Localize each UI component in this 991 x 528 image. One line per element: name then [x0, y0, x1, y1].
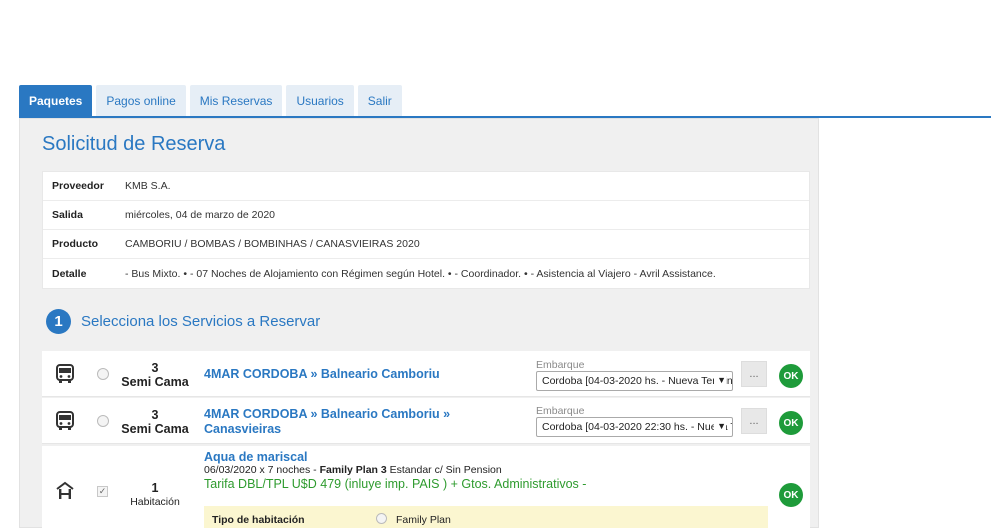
service-row-hotel: ✓ 1 Habitación Aqua de mariscal 06/03/20…	[42, 446, 810, 528]
service-name-line2: Canasvieiras	[204, 422, 282, 436]
embarque-label: Embarque	[536, 359, 585, 371]
room-type-label: Tipo de habitación	[212, 514, 305, 526]
info-key: Proveedor	[52, 180, 104, 192]
service-name-link[interactable]: 4MAR CORDOBA » Balneario Camboriu » Cana…	[204, 407, 450, 437]
info-row-detalle: Detalle - Bus Mixto. • - 07 Noches de Al…	[43, 259, 809, 288]
room-type-option: Family Plan	[396, 514, 451, 526]
info-key: Detalle	[52, 267, 87, 280]
service-select-radio[interactable]	[97, 368, 109, 380]
dropdown-arrow-icon: ▼	[714, 421, 726, 431]
info-row-salida: Salida miércoles, 04 de marzo de 2020	[43, 201, 809, 230]
embarque-selected-value: Cordoba [04-03-2020 hs. - Nueva Terminal…	[542, 375, 733, 387]
dropdown-arrow-icon: ▼	[714, 375, 726, 385]
service-name-line1: 4MAR CORDOBA » Balneario Camboriu »	[204, 407, 451, 421]
quantity-number: 3	[151, 361, 159, 375]
main-tabs: Paquetes Pagos online Mis Reservas Usuar…	[19, 85, 402, 116]
quantity-unit: Semi Cama	[121, 375, 189, 389]
hotel-detail: 06/03/2020 x 7 noches - Family Plan 3 Es…	[204, 464, 502, 476]
room-type-radio[interactable]	[376, 513, 387, 524]
embarque-select[interactable]: Cordoba [04-03-2020 22:30 hs. - Nueva Te…	[536, 417, 733, 437]
info-row-producto: Producto CAMBORIU / BOMBAS / BOMBINHAS /…	[43, 230, 809, 259]
page-title: Solicitud de Reserva	[42, 133, 226, 155]
more-options-button[interactable]: ...	[741, 408, 767, 434]
info-value: miércoles, 04 de marzo de 2020	[125, 209, 275, 221]
ok-button[interactable]: OK	[779, 483, 803, 507]
hotel-detail-suffix: Estandar c/ Sin Pension	[386, 464, 502, 476]
service-row-bus-2: 3 Semi Cama 4MAR CORDOBA » Balneario Cam…	[42, 398, 810, 444]
ok-button[interactable]: OK	[779, 411, 803, 435]
tab-pagos-online[interactable]: Pagos online	[96, 85, 186, 116]
info-value: - Bus Mixto. • - 07 Noches de Alojamient…	[125, 267, 716, 280]
step-number-badge: 1	[46, 309, 71, 334]
embarque-label: Embarque	[536, 405, 585, 417]
hotel-select-checkbox[interactable]: ✓	[97, 486, 108, 497]
hotel-plan: Family Plan 3	[319, 464, 387, 476]
tab-paquetes[interactable]: Paquetes	[19, 85, 93, 116]
quantity-unit: Habitación	[130, 496, 180, 508]
step-header: 1 Selecciona los Servicios a Reservar	[46, 309, 320, 334]
hotel-detail-prefix: 06/03/2020 x 7 noches -	[204, 464, 320, 476]
embarque-select[interactable]: Cordoba [04-03-2020 hs. - Nueva Terminal…	[536, 371, 733, 391]
service-quantity: 3 Semi Cama	[114, 408, 196, 436]
quantity-unit: Semi Cama	[121, 422, 189, 436]
service-row-bus-1: 3 Semi Cama 4MAR CORDOBA » Balneario Cam…	[42, 351, 810, 397]
step-label: Selecciona los Servicios a Reservar	[81, 313, 321, 330]
quantity-number: 1	[151, 481, 159, 495]
embarque-group: Embarque Cordoba [04-03-2020 22:30 hs. -…	[536, 405, 733, 437]
info-row-proveedor: Proveedor KMB S.A.	[43, 172, 809, 201]
hotel-tarifa: Tarifa DBL/TPL U$D 479 (inluye imp. PAIS…	[204, 477, 587, 491]
embarque-selected-value: Cordoba [04-03-2020 22:30 hs. - Nueva Te…	[542, 421, 732, 433]
info-value: CAMBORIU / BOMBAS / BOMBINHAS / CANASVIE…	[125, 238, 420, 250]
package-info-table: Proveedor KMB S.A. Salida miércoles, 04 …	[42, 171, 810, 289]
info-key: Salida	[52, 209, 83, 221]
bus-icon	[54, 363, 76, 385]
tab-mis-reservas[interactable]: Mis Reservas	[189, 85, 283, 116]
tab-usuarios[interactable]: Usuarios	[286, 85, 354, 116]
service-select-radio[interactable]	[97, 415, 109, 427]
reservation-panel: Solicitud de Reserva Proveedor KMB S.A. …	[19, 118, 819, 528]
room-type-box: Tipo de habitación Family Plan	[204, 506, 768, 528]
info-value: KMB S.A.	[125, 180, 171, 192]
tab-salir[interactable]: Salir	[357, 85, 402, 116]
quantity-number: 3	[151, 408, 159, 422]
embarque-group: Embarque Cordoba [04-03-2020 hs. - Nueva…	[536, 359, 733, 391]
bus-icon	[54, 410, 76, 432]
service-name-link[interactable]: 4MAR CORDOBA » Balneario Camboriu	[204, 367, 440, 382]
service-quantity: 1 Habitación	[114, 481, 196, 509]
service-quantity: 3 Semi Cama	[114, 361, 196, 389]
hotel-icon	[54, 480, 76, 502]
more-options-button[interactable]: ...	[741, 361, 767, 387]
info-key: Producto	[52, 238, 99, 250]
ok-button[interactable]: OK	[779, 364, 803, 388]
hotel-name-link[interactable]: Aqua de mariscal	[204, 450, 308, 465]
